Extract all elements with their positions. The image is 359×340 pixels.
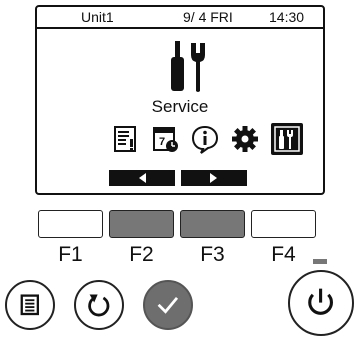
menu-icon-row: 7 — [109, 123, 309, 157]
status-bar: Unit1 9/ 4 FRI 14:30 — [37, 7, 323, 29]
f4-label: F4 — [271, 243, 296, 266]
f3-key[interactable] — [180, 210, 245, 238]
power-icon — [308, 289, 334, 316]
settings-gear-icon[interactable] — [229, 123, 261, 155]
power-indicator-led — [313, 259, 327, 264]
nav-left-button[interactable] — [109, 170, 175, 186]
report-icon[interactable] — [109, 123, 141, 155]
check-icon — [157, 297, 179, 314]
time-display: 14:30 — [269, 9, 305, 25]
date-display: 9/ 4 FRI — [183, 9, 233, 25]
service-tools-large-icon — [165, 39, 213, 95]
arrow-right-icon — [210, 173, 217, 183]
menu-list-icon — [20, 294, 40, 316]
power-button[interactable] — [288, 270, 354, 336]
f3-label: F3 — [200, 243, 225, 266]
info-icon[interactable] — [189, 123, 221, 155]
arrow-left-icon — [139, 173, 146, 183]
f1-key[interactable] — [38, 210, 103, 238]
service-tools-icon[interactable] — [271, 123, 303, 155]
menu-button[interactable] — [5, 280, 55, 330]
unit-name: Unit1 — [81, 9, 114, 25]
f4-key[interactable] — [251, 210, 316, 238]
back-button[interactable] — [74, 280, 124, 330]
lcd-screen: Unit1 9/ 4 FRI 14:30 Service 7 — [35, 5, 325, 195]
f2-key[interactable] — [109, 210, 174, 238]
f2-label: F2 — [129, 243, 154, 266]
confirm-button[interactable] — [143, 280, 193, 330]
calendar-icon[interactable]: 7 — [149, 123, 181, 155]
return-icon — [88, 294, 110, 317]
f1-label: F1 — [58, 243, 83, 266]
screen-title: Service — [151, 97, 209, 116]
nav-right-button[interactable] — [181, 170, 247, 186]
navigation-bar — [109, 170, 269, 186]
svg-text:7: 7 — [159, 136, 165, 148]
